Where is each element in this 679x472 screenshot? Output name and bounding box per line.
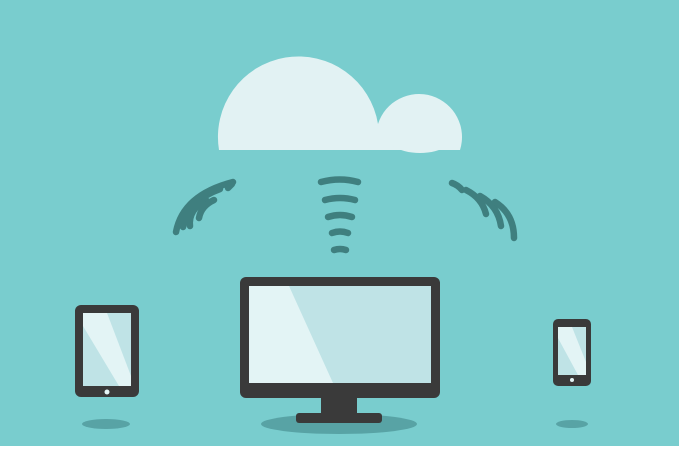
smartphone-shadow	[556, 420, 588, 428]
cloud-sync-illustration	[0, 0, 679, 472]
tablet-shadow	[82, 419, 130, 429]
illustration-canvas	[0, 0, 679, 472]
monitor-stand-neck	[321, 396, 357, 415]
smartphone-home-button	[570, 378, 574, 382]
tablet-home-button	[104, 389, 110, 395]
